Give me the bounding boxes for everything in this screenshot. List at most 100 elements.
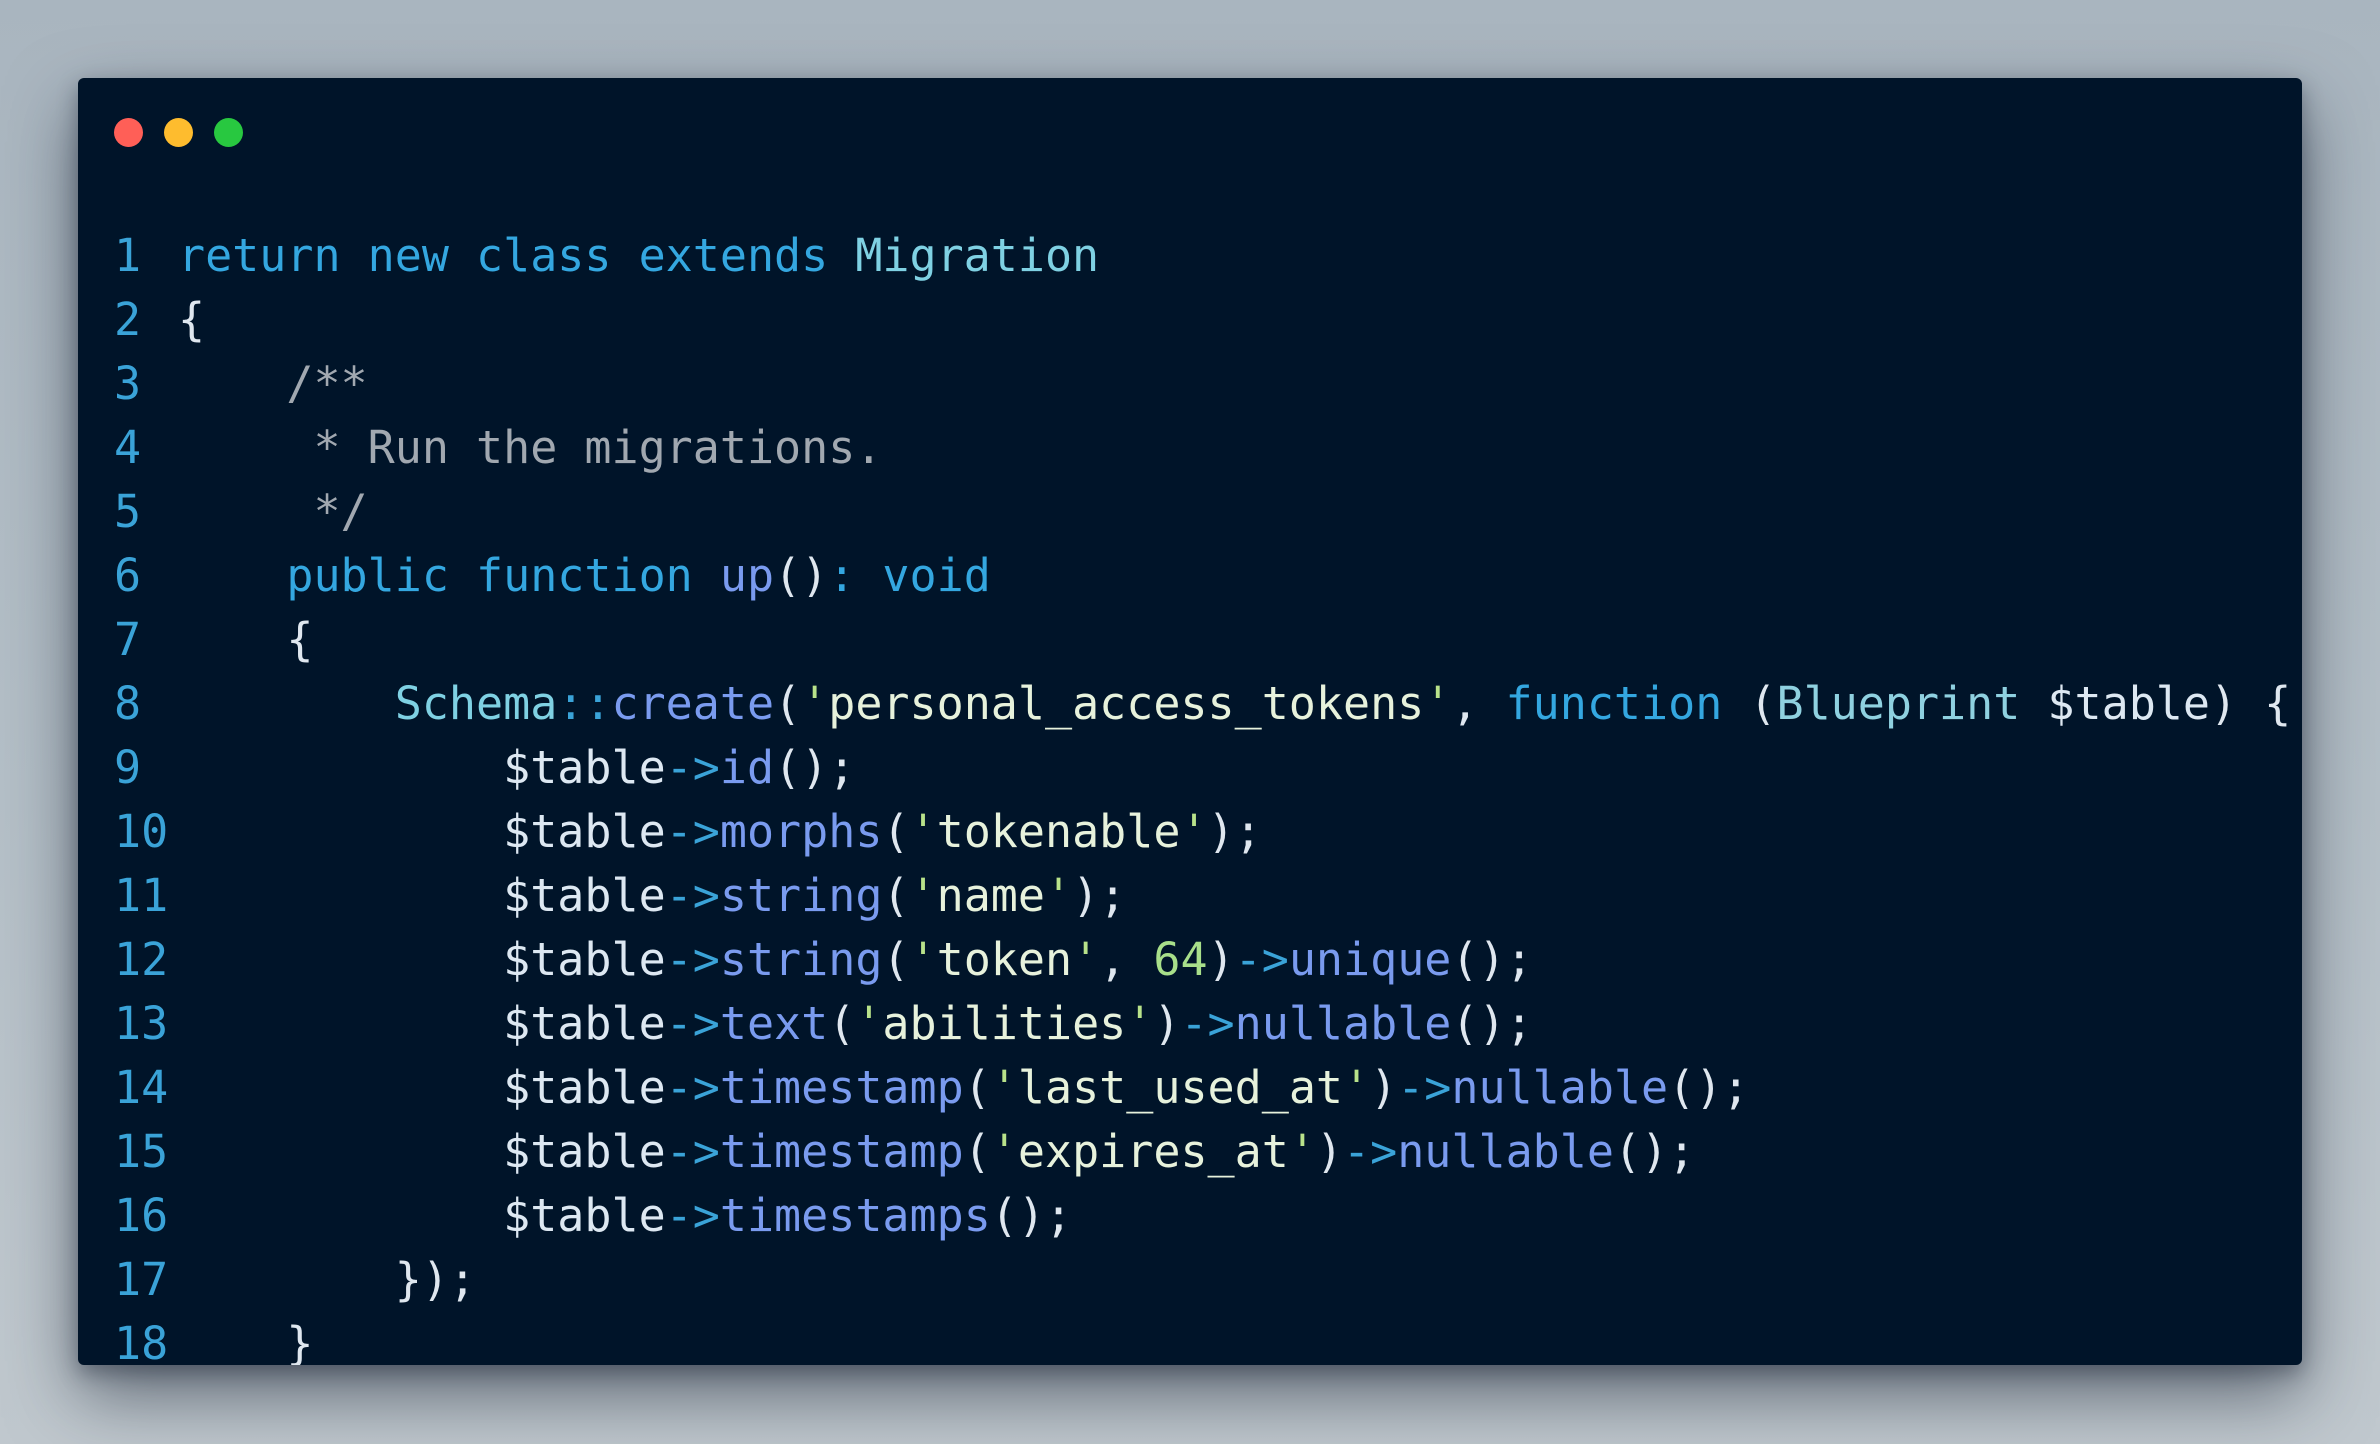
code-token: string <box>719 869 883 922</box>
code-token: timestamp <box>719 1061 964 1114</box>
minimize-window-button[interactable] <box>164 118 193 147</box>
code-token: ) <box>1207 933 1235 986</box>
line-number: 2 <box>114 293 142 346</box>
code-token: function <box>1505 677 1750 730</box>
code-line: 10 $table->morphs('tokenable'); <box>114 800 2291 864</box>
code-token: */ <box>178 485 368 538</box>
code-line: 14 $table->timestamp('last_used_at')->nu… <box>114 1056 2291 1120</box>
code-token: ) <box>1370 1061 1398 1114</box>
code-text: $table->string('token', 64)->unique(); <box>178 928 1533 992</box>
code-text: $table->string('name'); <box>178 864 1126 928</box>
code-token: ( <box>882 805 910 858</box>
code-token: ' <box>1424 677 1452 730</box>
close-window-button[interactable] <box>114 118 143 147</box>
code-token: ) { <box>2209 677 2292 730</box>
code-token: $table <box>178 933 666 986</box>
code-token: nullable <box>1397 1125 1614 1178</box>
code-line: 5 */ <box>114 480 2291 544</box>
code-token: :: <box>557 677 612 730</box>
code-line: 15 $table->timestamp('expires_at')->null… <box>114 1120 2291 1184</box>
code-token: name <box>936 869 1045 922</box>
code-text: }); <box>178 1248 476 1312</box>
code-line: 8 Schema::create('personal_access_tokens… <box>114 672 2291 736</box>
code-line: 4 * Run the migrations. <box>114 416 2291 480</box>
code-text: Schema::create('personal_access_tokens',… <box>178 672 2292 736</box>
code-token: (); <box>774 741 856 794</box>
code-line: 7 { <box>114 608 2291 672</box>
code-token: -> <box>665 869 720 922</box>
code-token: -> <box>1343 1125 1398 1178</box>
code-token: string <box>719 933 883 986</box>
code-text: $table->morphs('tokenable'); <box>178 800 1262 864</box>
code-token: { <box>178 293 206 346</box>
code-token: text <box>719 997 829 1050</box>
line-number: 15 <box>114 1125 169 1178</box>
code-token: ' <box>990 1125 1018 1178</box>
code-text: return new class extends Migration <box>178 224 1099 288</box>
code-token: unique <box>1288 933 1452 986</box>
code-token: ' <box>909 869 937 922</box>
code-token: ' <box>1044 869 1073 922</box>
code-token: -> <box>665 1189 720 1242</box>
code-token: -> <box>665 997 720 1050</box>
code-token: -> <box>665 805 720 858</box>
code-line: 12 $table->string('token', 64)->unique()… <box>114 928 2291 992</box>
code-token: $table <box>178 805 666 858</box>
code-token: timestamp <box>719 1125 964 1178</box>
code-token: $table <box>2047 677 2210 730</box>
code-token: personal_access_tokens <box>828 677 1425 730</box>
line-number: 11 <box>114 869 169 922</box>
code-token: Migration <box>855 229 1100 282</box>
code-text: { <box>178 608 313 672</box>
line-number: 7 <box>114 613 142 666</box>
code-token: (); <box>1668 1061 1750 1114</box>
code-token: , <box>1099 933 1154 986</box>
code-token: , <box>1451 677 1506 730</box>
code-text: public function up(): void <box>178 544 991 608</box>
line-number: 10 <box>114 805 169 858</box>
code-line: 16 $table->timestamps(); <box>114 1184 2291 1248</box>
code-token: $table <box>178 741 666 794</box>
code-token: return new class extends <box>178 229 856 282</box>
code-token: ( <box>963 1061 991 1114</box>
code-window: 1 return new class extends Migration 2 {3 /… <box>78 78 2302 1365</box>
maximize-window-button[interactable] <box>214 118 243 147</box>
code-token: : void <box>828 549 991 602</box>
code-text: $table->timestamp('expires_at')->nullabl… <box>178 1120 1695 1184</box>
code-token: $table <box>178 997 666 1050</box>
code-token: id <box>719 741 775 794</box>
line-number: 3 <box>114 357 142 410</box>
code-token: ( <box>882 933 910 986</box>
code-token: -> <box>1180 997 1235 1050</box>
code-text: { <box>178 288 205 352</box>
code-token: ' <box>909 805 937 858</box>
code-token: $table <box>178 1189 666 1242</box>
code-line: 17 }); <box>114 1248 2291 1312</box>
code-token: nullable <box>1234 997 1452 1050</box>
code-token: ' <box>1288 1125 1316 1178</box>
code-token: $table <box>178 1061 666 1114</box>
line-number: 8 <box>114 677 142 730</box>
code-token: 64 <box>1153 933 1208 986</box>
code-token: ' <box>1072 933 1100 986</box>
line-number: 18 <box>114 1317 169 1365</box>
code-token: $table <box>178 869 666 922</box>
code-text: } <box>178 1312 313 1365</box>
code-line: 9 $table->id(); <box>114 736 2291 800</box>
line-number: 12 <box>114 933 169 986</box>
code-token: ' <box>1343 1061 1371 1114</box>
code-line: 1 return new class extends Migration <box>114 224 2291 288</box>
code-token: ); <box>1207 805 1262 858</box>
code-token: expires_at <box>1017 1125 1289 1178</box>
code-token: ( <box>1749 677 1777 730</box>
code-token: -> <box>1397 1061 1452 1114</box>
code-token: Blueprint <box>1776 677 2048 730</box>
code-token: $table <box>178 1125 666 1178</box>
code-token: /** <box>178 357 368 410</box>
code-text: /** <box>178 352 368 416</box>
code-token: ( <box>774 677 802 730</box>
code-text: $table->timestamp('last_used_at')->nulla… <box>178 1056 1749 1120</box>
code-token: token <box>936 933 1073 986</box>
code-token: (); <box>1451 933 1533 986</box>
code-token: }); <box>178 1253 477 1306</box>
